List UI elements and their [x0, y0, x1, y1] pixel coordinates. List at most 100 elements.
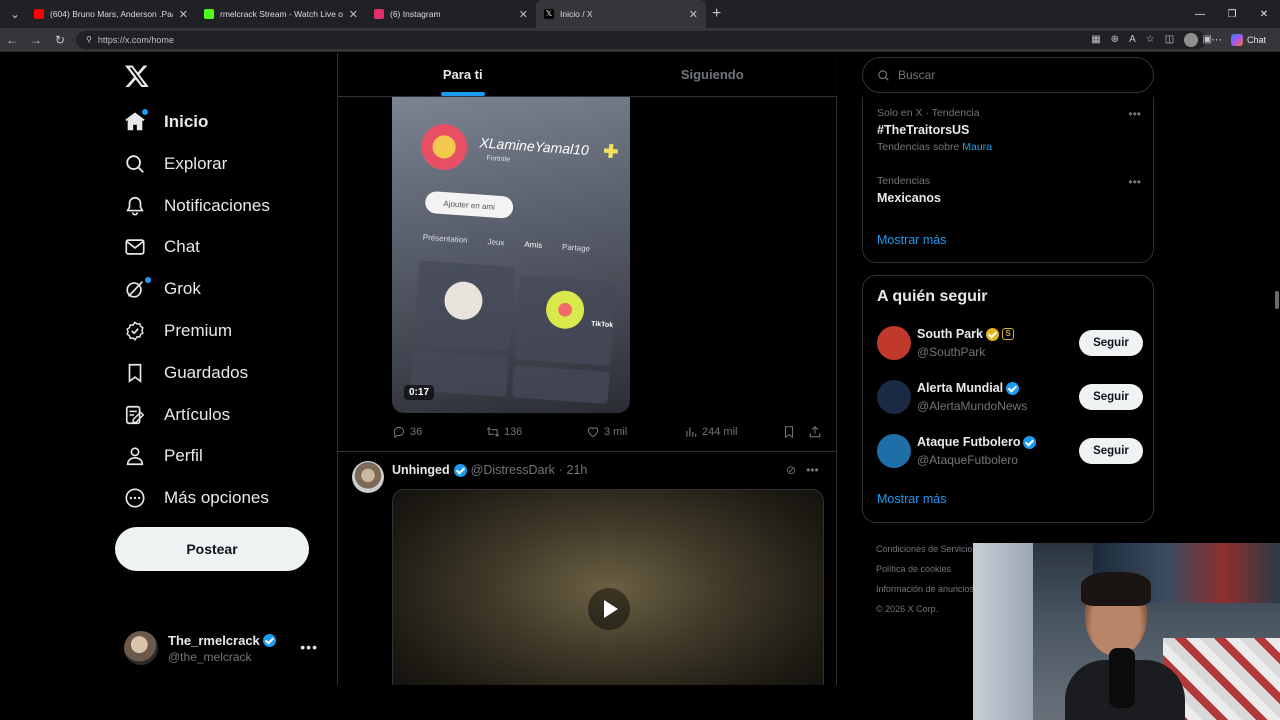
url-text: https://x.com/home	[97, 34, 174, 45]
reload-icon[interactable]: ↻	[48, 33, 72, 47]
post-author-name[interactable]: Unhinged	[392, 463, 450, 477]
views-button[interactable]: 244 mil	[684, 425, 737, 439]
search-input[interactable]: Buscar	[862, 57, 1154, 93]
trend-context-link[interactable]: Maura	[962, 141, 992, 153]
url-field[interactable]: ⚲ https://x.com/home	[76, 30, 1206, 49]
tiktok-watermark: TikTok	[590, 320, 614, 330]
close-tab-icon[interactable]: ✕	[519, 8, 528, 21]
forward-icon[interactable]: →	[24, 33, 48, 47]
avatar[interactable]	[352, 461, 384, 493]
video-menu-item: Présentation	[422, 232, 468, 245]
post-time[interactable]: · 21h	[559, 463, 588, 477]
nav-label: Notificaciones	[164, 196, 270, 215]
nav-bookmarks[interactable]: Guardados	[124, 358, 248, 388]
browser-tab-kick[interactable]: rmelcrack Stream - Watch Live on ✕	[196, 0, 366, 28]
settings-more-icon[interactable]: ⋯	[1211, 33, 1222, 46]
avatar	[877, 380, 911, 414]
minimize-icon[interactable]: —	[1184, 9, 1216, 20]
account-more-icon[interactable]: •••	[300, 639, 318, 655]
nav-explore[interactable]: Explorar	[124, 149, 227, 179]
browser-tab-youtube[interactable]: (604) Bruno Mars, Anderson .Paak ✕	[26, 0, 196, 28]
browser-tab-x[interactable]: 𝕏 Inicio / X ✕	[536, 0, 706, 28]
share-button[interactable]	[808, 425, 822, 439]
extensions-icon[interactable]: ▦	[1091, 34, 1100, 45]
verified-badge-icon	[262, 633, 276, 647]
like-count: 3 mil	[604, 426, 628, 438]
footer-link[interactable]: Política de cookies	[876, 559, 974, 579]
nav-notifications[interactable]: Notificaciones	[124, 191, 270, 221]
tab-for-you[interactable]: Para ti	[338, 53, 588, 96]
tab-title: Inicio / X	[560, 9, 593, 19]
search-placeholder: Buscar	[898, 68, 936, 82]
follow-button[interactable]: Seguir	[1079, 330, 1143, 356]
play-icon[interactable]	[588, 588, 630, 630]
video-frame: XLamineYamal10 Fortnite ✚ Ajouter en ami…	[392, 99, 630, 404]
nav-home[interactable]: Inicio	[124, 107, 208, 137]
close-tab-icon[interactable]: ✕	[689, 8, 698, 21]
trend-item[interactable]: Solo en X · Tendencia #TheTraitorsUS Ten…	[877, 107, 1141, 153]
tab-search-button[interactable]: ⌄	[4, 3, 26, 25]
suggestion-name: Alerta Mundial	[917, 381, 1004, 395]
grok-icon[interactable]: ⊘	[786, 463, 796, 477]
grok-icon	[126, 281, 143, 298]
nav-more-options[interactable]: Más opciones	[124, 483, 269, 513]
footer-link[interactable]: Información de anuncios	[876, 579, 974, 599]
x-logo-icon[interactable]	[124, 63, 150, 89]
repost-button[interactable]: 136	[486, 425, 522, 439]
post-button[interactable]: Postear	[115, 527, 309, 571]
browser-tab-instagram[interactable]: (6) Instagram ✕	[366, 0, 536, 28]
trend-more-icon[interactable]: •••	[1128, 107, 1141, 121]
follow-button[interactable]: Seguir	[1079, 384, 1143, 410]
zoom-icon[interactable]: ⊕	[1111, 34, 1119, 45]
follow-suggestion[interactable]: Ataque Futbolero @AtaqueFutbolero Seguir	[877, 434, 1143, 470]
nav-chat[interactable]: Chat	[124, 232, 200, 262]
webcam-person-hair	[1081, 572, 1151, 606]
bookmark-icon	[128, 363, 142, 383]
account-switcher[interactable]: The_rmelcrack @the_melcrack •••	[124, 631, 324, 665]
suggestion-handle: @SouthPark	[917, 345, 986, 359]
read-aloud-icon[interactable]: A	[1129, 34, 1136, 45]
browser-profile-avatar[interactable]	[1184, 33, 1198, 47]
copilot-chat-button[interactable]: Chat	[1225, 32, 1272, 48]
trends-show-more[interactable]: Mostrar más	[877, 233, 946, 247]
video-tile	[511, 365, 610, 404]
tab-following[interactable]: Siguiendo	[588, 53, 838, 96]
verified-badge-icon	[1006, 381, 1020, 395]
new-tab-button[interactable]: +	[712, 5, 721, 23]
account-name: The_rmelcrack	[168, 632, 260, 648]
bookmark-button[interactable]	[782, 425, 796, 439]
nav-label: Artículos	[164, 405, 231, 424]
nav-articles[interactable]: Artículos	[124, 400, 230, 430]
site-info-icon[interactable]: ⚲	[86, 35, 92, 44]
like-button[interactable]: 3 mil	[586, 425, 627, 439]
post-author-handle[interactable]: @DistressDark	[471, 463, 555, 477]
nav-profile[interactable]: Perfil	[124, 441, 203, 471]
close-tab-icon[interactable]: ✕	[179, 8, 188, 21]
post-video-player[interactable]: XLamineYamal10 Fortnite ✚ Ajouter en ami…	[392, 97, 630, 413]
restore-icon[interactable]: ❐	[1216, 9, 1248, 20]
split-screen-icon[interactable]: ◫	[1165, 34, 1174, 45]
suggestion-handle: @AlertaMundoNews	[917, 399, 1028, 413]
who-to-follow-title: A quién seguir	[877, 288, 988, 305]
reply-button[interactable]: 36	[392, 425, 422, 439]
back-icon[interactable]: ←	[0, 33, 24, 47]
avatar	[124, 631, 158, 665]
trend-item[interactable]: Tendencias Mexicanos •••	[877, 175, 1141, 205]
follow-suggestion[interactable]: South Park S @SouthPark Seguir	[877, 326, 1143, 362]
favorite-star-icon[interactable]: ☆	[1146, 34, 1155, 45]
close-window-icon[interactable]: ✕	[1248, 9, 1280, 20]
trend-more-icon[interactable]: •••	[1128, 175, 1141, 189]
footer-link[interactable]: Condiciones de Servicio	[876, 539, 974, 559]
scrollbar-thumb[interactable]	[1275, 291, 1279, 309]
nav-grok[interactable]: Grok	[124, 274, 201, 304]
follow-show-more[interactable]: Mostrar más	[877, 492, 946, 506]
follow-button[interactable]: Seguir	[1079, 438, 1143, 464]
premium-icon	[126, 321, 144, 341]
close-tab-icon[interactable]: ✕	[349, 8, 358, 21]
post-divider	[338, 451, 837, 452]
post-more-icon[interactable]: •••	[806, 463, 819, 477]
nav-premium[interactable]: Premium	[124, 316, 232, 346]
post-video-player[interactable]	[392, 489, 824, 685]
follow-suggestion[interactable]: Alerta Mundial @AlertaMundoNews Seguir	[877, 380, 1143, 416]
nav-label: Inicio	[164, 112, 209, 131]
